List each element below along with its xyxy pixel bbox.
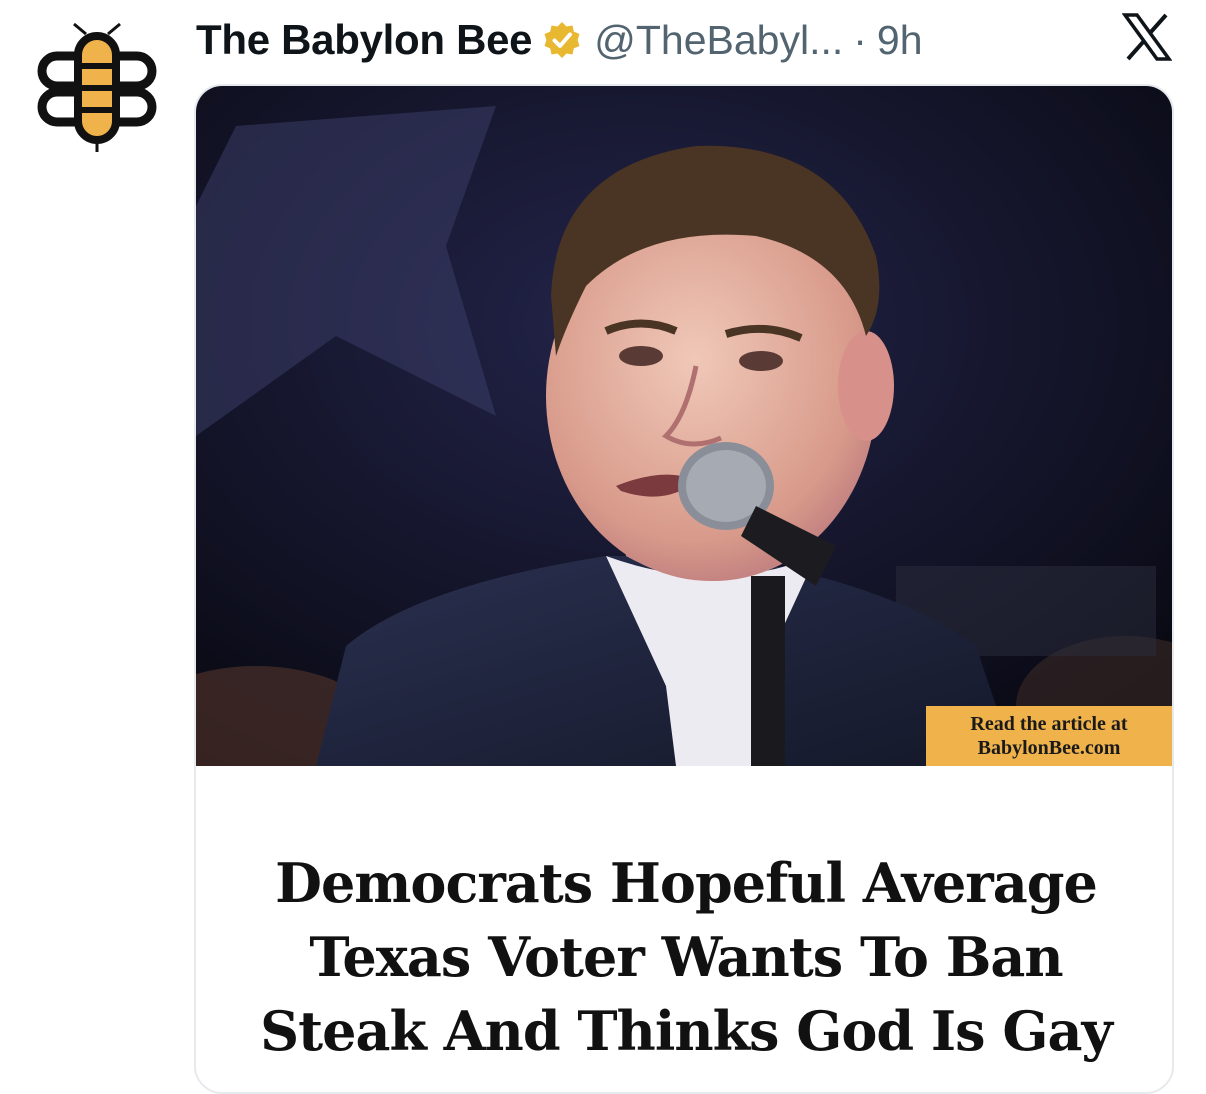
article-headline[interactable]: Democrats Hopeful Average Texas Voter Wa… <box>196 846 1172 1068</box>
article-photo[interactable] <box>196 86 1174 766</box>
author-handle[interactable]: @TheBabyl... <box>594 17 843 64</box>
verified-badge-icon[interactable] <box>542 20 582 60</box>
x-logo-icon <box>1122 13 1172 61</box>
post-header: The Babylon Bee @TheBabyl... · 9h <box>196 8 923 72</box>
headline-line-1: Democrats Hopeful Average <box>275 851 1098 915</box>
cta-line-2: BabylonBee.com <box>977 737 1121 759</box>
bee-logo-icon[interactable] <box>34 22 160 154</box>
article-card[interactable]: Read the article at BabylonBee.com Democ… <box>194 84 1174 1094</box>
headline-line-2: Texas Voter Wants To Ban <box>309 925 1063 989</box>
author-name[interactable]: The Babylon Bee <box>196 16 533 64</box>
read-article-badge[interactable]: Read the article at BabylonBee.com <box>926 706 1172 766</box>
post-time[interactable]: 9h <box>877 17 923 64</box>
separator-dot: · <box>853 16 867 63</box>
cta-line-1: Read the article at <box>970 713 1128 735</box>
headline-line-3: Steak And Thinks God Is Gay <box>260 999 1113 1063</box>
